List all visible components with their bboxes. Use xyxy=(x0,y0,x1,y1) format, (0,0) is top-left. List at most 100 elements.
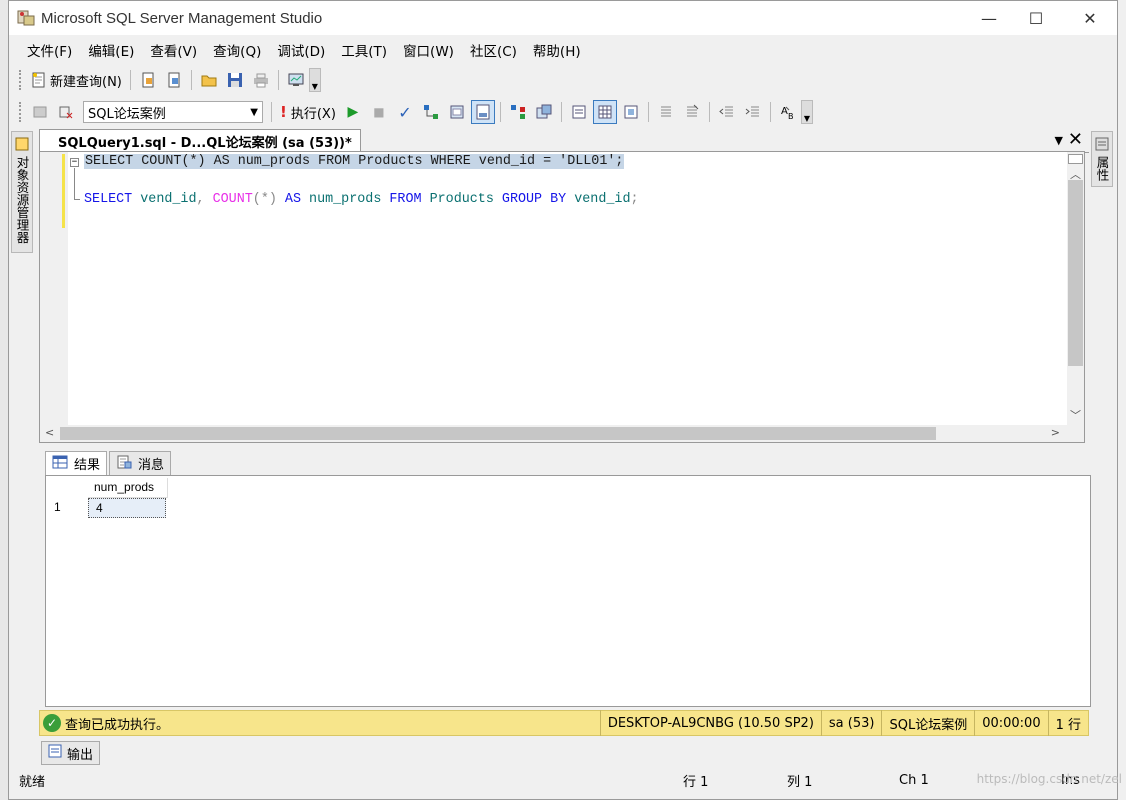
uncomment-button[interactable] xyxy=(680,100,704,124)
tab-messages-label: 消息 xyxy=(138,458,165,473)
token: vend_id xyxy=(132,192,197,207)
new-query-button[interactable]: 新建查询(N) xyxy=(28,68,125,92)
token: Products xyxy=(421,192,494,207)
results-grid[interactable]: num_prods 1 4 xyxy=(45,475,1091,707)
sql-editor-toolbar: SQL论坛案例 ▼ ! 执行(X) ▶ ■ ✓ AB ▼ xyxy=(9,97,1117,127)
close-button[interactable]: ✕ xyxy=(1067,1,1113,35)
tab-list-dropdown-icon[interactable]: ▼ xyxy=(1055,134,1063,147)
save-button[interactable] xyxy=(223,68,247,92)
new-project-button[interactable] xyxy=(162,68,186,92)
change-connection-button[interactable] xyxy=(54,100,78,124)
properties-side-tab[interactable]: 属性 xyxy=(1091,131,1113,187)
specify-template-values-button[interactable]: AB xyxy=(776,100,800,124)
query-status-bar: ✓ 查询已成功执行。 DESKTOP-AL9CNBG (10.50 SP2) s… xyxy=(39,710,1089,736)
document-icon xyxy=(166,72,182,88)
tab-output[interactable]: 输出 xyxy=(41,741,101,765)
token: ; xyxy=(630,192,639,207)
scroll-left-icon[interactable]: < xyxy=(45,426,54,439)
menu-tools[interactable]: 工具(T) xyxy=(333,40,395,60)
document-tab-bar: SQLQuery1.sql - D...QL论坛案例 (sa (53))* ▼ … xyxy=(39,129,1089,153)
toolbar-overflow-button[interactable]: ▼ xyxy=(800,100,813,124)
connect-button[interactable] xyxy=(28,100,52,124)
scroll-thumb[interactable] xyxy=(60,427,936,440)
status-column: 列 1 xyxy=(787,774,813,790)
menu-debug[interactable]: 调试(D) xyxy=(269,40,333,60)
new-query-label: 新建查询(N) xyxy=(50,74,122,90)
status-bar: 就绪 行 1 列 1 Ch 1 Ins xyxy=(9,767,1117,793)
activity-monitor-button[interactable] xyxy=(284,68,308,92)
comment-button[interactable] xyxy=(654,100,678,124)
plan-icon xyxy=(423,104,439,120)
tab-sqlquery1[interactable]: SQLQuery1.sql - D...QL论坛案例 (sa (53))* xyxy=(39,129,361,153)
token: vend_id xyxy=(470,154,536,169)
scroll-down-icon[interactable]: ﹀ xyxy=(1070,407,1081,423)
print-button[interactable] xyxy=(249,68,273,92)
tab-messages[interactable]: 消息 xyxy=(109,451,172,475)
scroll-thumb[interactable] xyxy=(1068,180,1083,366)
menu-bar: 文件(F) 编辑(E) 查看(V) 查询(Q) 调试(D) 工具(T) 窗口(W… xyxy=(9,37,1117,63)
menu-query[interactable]: 查询(Q) xyxy=(205,40,269,60)
decrease-indent-button[interactable] xyxy=(715,100,739,124)
results-to-file-button[interactable] xyxy=(619,100,643,124)
execute-button[interactable]: ! 执行(X) xyxy=(277,100,339,124)
collapse-icon[interactable]: − xyxy=(70,158,79,167)
window-title: Microsoft SQL Server Management Studio xyxy=(41,9,323,27)
connect-icon xyxy=(32,104,48,120)
menu-view[interactable]: 查看(V) xyxy=(142,40,205,60)
stop-icon: ■ xyxy=(373,105,385,119)
menu-edit[interactable]: 编辑(E) xyxy=(80,40,142,60)
open-button[interactable] xyxy=(197,68,221,92)
grid-cell[interactable]: 4 xyxy=(88,498,166,518)
client-statistics-button[interactable] xyxy=(532,100,556,124)
sql-editor[interactable]: − SELECT COUNT(*) AS num_prods FROM Prod… xyxy=(39,151,1085,443)
parse-button[interactable]: ✓ xyxy=(393,100,417,124)
tab-results[interactable]: 结果 xyxy=(45,451,108,475)
toolbar-overflow-button[interactable]: ▼ xyxy=(308,68,321,92)
query-options-button[interactable] xyxy=(445,100,469,124)
scroll-right-icon[interactable]: > xyxy=(1051,426,1060,439)
checkmark-icon: ✓ xyxy=(398,102,412,122)
code-line-1[interactable]: SELECT COUNT(*) AS num_prods FROM Produc… xyxy=(84,154,625,169)
object-explorer-side-tab[interactable]: 对象资源管理器 xyxy=(11,131,33,253)
token: SELECT xyxy=(85,154,134,169)
menu-file[interactable]: 文件(F) xyxy=(19,40,80,60)
include-actual-plan-button[interactable] xyxy=(506,100,530,124)
new-file-button[interactable] xyxy=(136,68,160,92)
column-header[interactable]: num_prods xyxy=(88,478,168,498)
results-file-icon xyxy=(623,104,639,120)
token: BY xyxy=(542,192,567,207)
token: WHERE xyxy=(422,154,471,169)
status-ready: 就绪 xyxy=(19,774,46,790)
display-estimated-plan-button[interactable] xyxy=(419,100,443,124)
toolbar-grip[interactable] xyxy=(19,70,23,90)
fold-guide-end xyxy=(74,199,80,200)
code-line-2[interactable]: SELECT vend_id, COUNT(*) AS num_prods FR… xyxy=(84,192,639,207)
grid-icon xyxy=(52,455,68,473)
tab-close-icon[interactable]: ✕ xyxy=(1068,129,1083,150)
menu-help[interactable]: 帮助(H) xyxy=(525,40,589,60)
token: Products xyxy=(350,154,423,169)
editor-vertical-scrollbar[interactable]: ︿ ﹀ xyxy=(1067,152,1084,428)
minimize-button[interactable]: — xyxy=(966,1,1012,35)
results-grid-icon xyxy=(597,104,613,120)
debug-button[interactable]: ▶ xyxy=(341,100,365,124)
grid-icon xyxy=(449,104,465,120)
database-select[interactable]: SQL论坛案例 ▼ xyxy=(83,101,263,123)
editor-horizontal-scrollbar[interactable]: < > xyxy=(40,425,1084,442)
token: AS xyxy=(276,192,301,207)
menu-community[interactable]: 社区(C) xyxy=(462,40,525,60)
minimize-icon: — xyxy=(981,8,997,28)
toolbar-separator xyxy=(190,70,192,90)
results-to-grid-button[interactable] xyxy=(592,100,617,124)
properties-icon xyxy=(1094,136,1110,152)
toolbar-separator xyxy=(129,70,131,90)
results-to-text-button[interactable] xyxy=(567,100,591,124)
maximize-button[interactable]: ☐ xyxy=(1013,1,1059,35)
menu-window[interactable]: 窗口(W) xyxy=(395,40,462,60)
cancel-query-button[interactable]: ■ xyxy=(367,100,391,124)
editor-splitter-handle[interactable] xyxy=(1068,154,1083,164)
increase-indent-button[interactable] xyxy=(741,100,765,124)
toolbar-grip[interactable] xyxy=(19,102,23,122)
intellisense-button[interactable] xyxy=(470,100,495,124)
printer-icon xyxy=(253,72,269,88)
